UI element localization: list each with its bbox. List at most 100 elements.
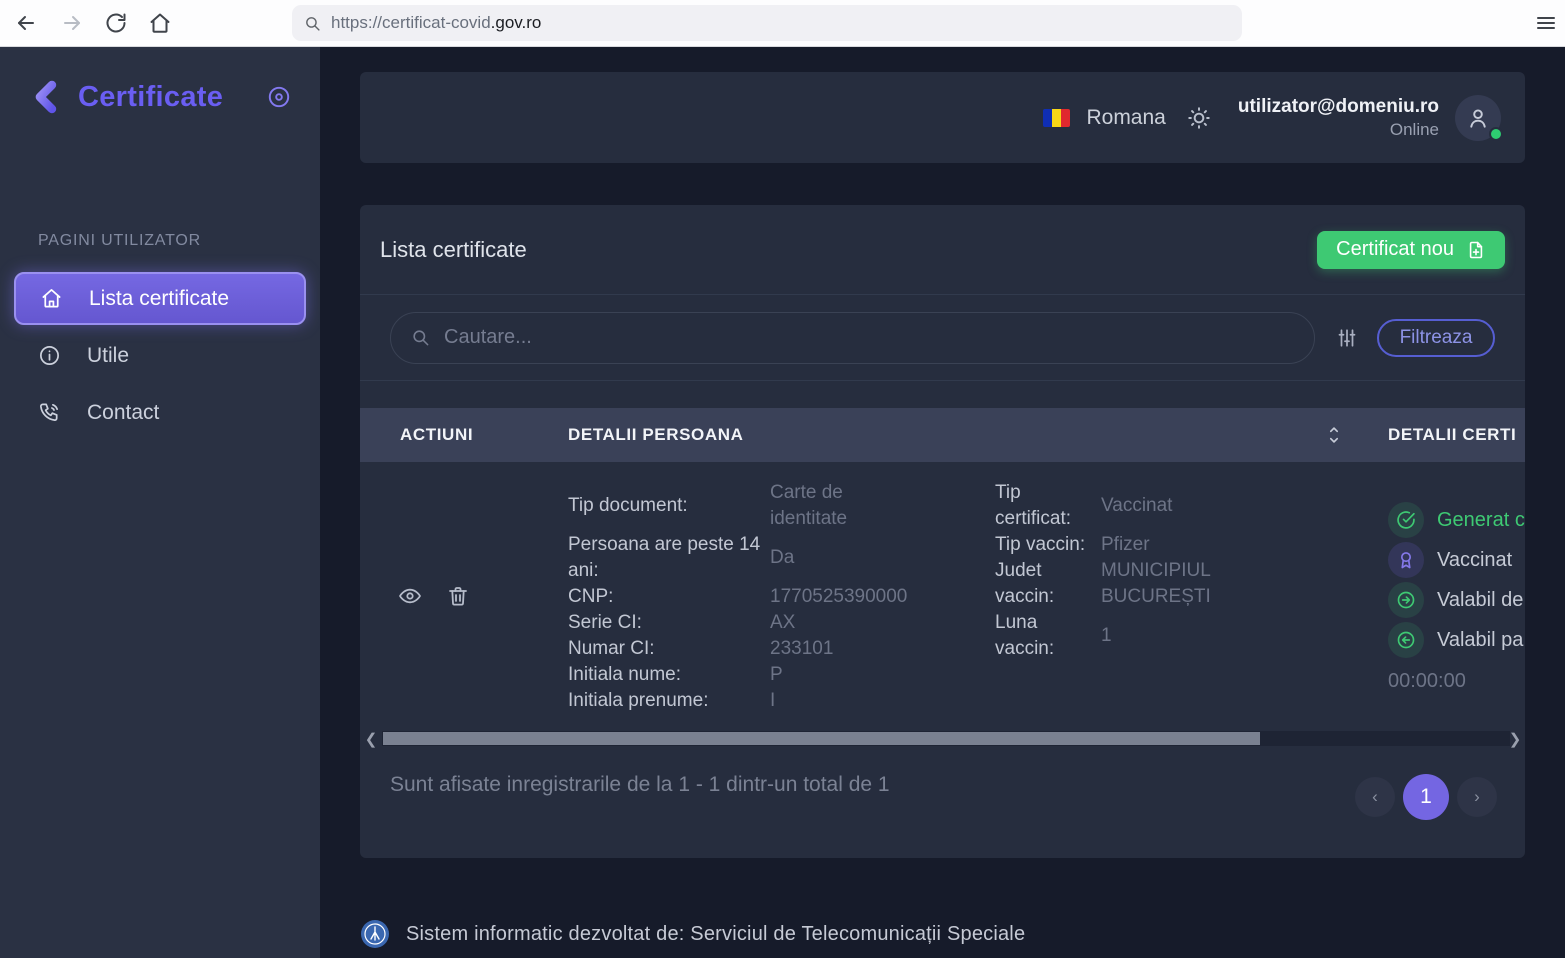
column-header-actions: ACTIUNI	[400, 425, 473, 445]
detail-value: MUNICIPIUL BUCUREȘTI	[1101, 558, 1235, 610]
status-badge	[1388, 622, 1424, 658]
sidebar-item-lista-certificate[interactable]: Lista certificate	[14, 272, 306, 325]
browser-home-button[interactable]	[148, 11, 172, 35]
detail-value: 233101	[770, 636, 920, 662]
home-icon	[40, 287, 63, 310]
detail-label: Judet vaccin:	[995, 558, 1101, 610]
status-badge	[1388, 582, 1424, 618]
delete-certificate-button[interactable]	[446, 584, 470, 608]
search-input[interactable]	[444, 326, 1294, 349]
scroll-right-button[interactable]: ❯	[1508, 730, 1522, 747]
sidebar-section-label: PAGINI UTILIZATOR	[38, 232, 201, 250]
filter-sliders-button[interactable]	[1336, 327, 1358, 349]
sidebar: Certificate PAGINI UTILIZATOR Lista cert…	[0, 47, 320, 958]
view-certificate-button[interactable]	[398, 584, 422, 608]
status-label: Generat c	[1437, 509, 1525, 532]
theme-toggle-button[interactable]	[1186, 105, 1212, 131]
filter-button[interactable]: Filtreaza	[1377, 319, 1495, 357]
browser-forward-button[interactable]	[60, 11, 84, 35]
sidebar-item-label: Lista certificate	[89, 287, 229, 311]
status-label: Vaccinat	[1437, 549, 1512, 572]
user-info: utilizator@domeniu.ro Online	[1238, 95, 1439, 140]
logo-chevron-icon	[30, 80, 64, 114]
browser-back-button[interactable]	[14, 11, 38, 35]
status-generated: Generat c	[1388, 500, 1525, 540]
detail-label: Numar CI:	[568, 636, 770, 662]
search-row: Filtreaza	[360, 295, 1525, 381]
search-icon	[411, 328, 430, 347]
scrollbar-track[interactable]	[382, 731, 1510, 746]
sidebar-item-utile[interactable]: Utile	[14, 329, 306, 382]
home-icon	[148, 11, 172, 35]
detail-pair: Judet vaccin: MUNICIPIUL BUCUREȘTI	[995, 558, 1235, 610]
scroll-left-button[interactable]: ❮	[364, 730, 378, 747]
browser-menu-button[interactable]	[1534, 11, 1558, 35]
detail-label: CNP:	[568, 584, 770, 610]
sidebar-item-label: Utile	[87, 344, 129, 368]
url-text: https://certificat-covid.gov.ro	[331, 13, 541, 33]
main-content: Romana utilizator@domeniu.ro Online List…	[320, 47, 1565, 958]
sliders-icon	[1336, 327, 1358, 349]
status-vaccinated: Vaccinat	[1388, 540, 1525, 580]
detail-label: Tip certificat:	[995, 480, 1101, 532]
detail-pair: Tip certificat: Vaccinat	[995, 480, 1235, 532]
hamburger-icon	[1534, 11, 1558, 35]
sidebar-item-contact[interactable]: Contact	[14, 386, 306, 439]
url-bar[interactable]: https://certificat-covid.gov.ro	[292, 5, 1242, 41]
person-icon	[1465, 105, 1491, 131]
scrollbar-thumb[interactable]	[383, 732, 1260, 745]
logo-text: Certificate	[78, 81, 223, 114]
romania-flag-icon	[1043, 109, 1070, 127]
sort-button[interactable]	[1323, 422, 1345, 448]
current-page-button[interactable]: 1	[1403, 774, 1449, 820]
arrow-left-icon	[14, 11, 38, 35]
award-icon	[1396, 550, 1416, 570]
browser-bar: https://certificat-covid.gov.ro	[0, 0, 1565, 47]
detail-pair: Numar CI: 233101	[568, 636, 920, 662]
info-icon	[38, 344, 61, 367]
page-title: Lista certificate	[380, 237, 527, 263]
detail-value: Pfizer	[1101, 532, 1235, 558]
pagination-controls: ‹ 1 ›	[1355, 774, 1497, 820]
avatar[interactable]	[1455, 95, 1501, 141]
detail-value: Da	[770, 545, 920, 571]
certificate-statuses: Generat c Vaccinat Valabil de	[1388, 500, 1525, 693]
card-header: Lista certificate Certificat nou	[360, 205, 1525, 295]
pagination-row: Sunt afisate inregistrarile de la 1 - 1 …	[360, 755, 1525, 858]
detail-label: Initiala nume:	[568, 662, 770, 688]
detail-value: 1770525390000	[770, 584, 920, 610]
status-badge	[1388, 542, 1424, 578]
status-label: Valabil pa	[1437, 629, 1523, 652]
detail-pair: Luna vaccin: 1	[995, 610, 1235, 662]
new-certificate-button[interactable]: Certificat nou	[1317, 231, 1505, 269]
sidebar-item-label: Contact	[87, 401, 159, 425]
results-summary: Sunt afisate inregistrarile de la 1 - 1 …	[390, 770, 920, 799]
status-valid-until: Valabil pa	[1388, 620, 1525, 660]
language-selector[interactable]: Romana	[1043, 106, 1165, 130]
status-badge	[1388, 502, 1424, 538]
certificates-card: Lista certificate Certificat nou Filtrea…	[360, 205, 1525, 858]
previous-page-button[interactable]: ‹	[1355, 777, 1395, 817]
sort-icon	[1323, 422, 1345, 448]
file-plus-icon	[1466, 240, 1486, 260]
online-status-dot	[1489, 127, 1503, 141]
app-shell: Certificate PAGINI UTILIZATOR Lista cert…	[0, 47, 1565, 958]
sidebar-collapse-button[interactable]	[266, 84, 292, 110]
eye-icon	[398, 584, 422, 608]
column-header-certificate: DETALII CERTI	[1388, 425, 1516, 445]
horizontal-scrollbar: ❮ ❯	[360, 730, 1525, 747]
page-footer: Sistem informatic dezvoltat de: Serviciu…	[360, 919, 1025, 949]
arrow-right-icon	[60, 11, 84, 35]
detail-value: 1	[1101, 623, 1235, 649]
browser-refresh-button[interactable]	[104, 11, 128, 35]
detail-label: Tip vaccin:	[995, 532, 1101, 558]
sidebar-nav: Lista certificate Utile Contact	[14, 272, 306, 443]
detail-pair: Tip document: Carte de identitate	[568, 480, 920, 532]
column-header-person: DETALII PERSOANA	[568, 425, 744, 445]
table-header: ACTIUNI DETALII PERSOANA DETALII CERTI	[360, 408, 1525, 462]
detail-pair: Initiala prenume: I	[568, 688, 920, 714]
topbar: Romana utilizator@domeniu.ro Online	[360, 72, 1525, 163]
status-valid-from: Valabil de	[1388, 580, 1525, 620]
next-page-button[interactable]: ›	[1457, 777, 1497, 817]
trash-icon	[446, 584, 470, 608]
